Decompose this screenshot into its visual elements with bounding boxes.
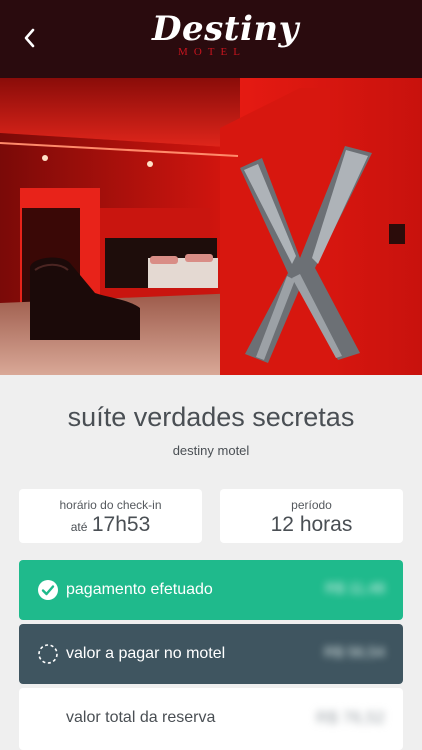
checkin-card: horário do check-in até 17h53 [19,489,202,543]
payment-done-label: pagamento efetuado [66,581,213,598]
check-circle-icon [38,580,58,600]
total-row: valor total da reserva R$ 76,52 [19,688,403,750]
period-card: período 12 horas [220,489,403,543]
amount-due-label: valor a pagar no motel [66,645,226,662]
chevron-left-icon [24,28,35,48]
checkin-value: até 17h53 [19,513,202,537]
payment-done-amount: R$ 11,48 [325,580,385,597]
payment-done-row: pagamento efetuado R$ 11,48 [19,560,403,620]
dashed-circle-icon [38,644,58,664]
total-label: valor total da reserva [66,709,216,726]
period-value: 12 horas [270,513,353,536]
period-label: período [291,498,332,512]
checkin-prefix: até [70,520,88,534]
suite-title: suíte verdades secretas [67,402,355,432]
amount-due-row: valor a pagar no motel R$ 56,54 [19,624,403,684]
checkin-label: horário do check-in [59,498,162,512]
amount-due-value: R$ 56,54 [324,644,385,661]
destiny-logo: Destiny MOTEL [152,9,299,66]
back-button[interactable] [18,26,42,50]
logo-wordmark: Destiny [152,9,299,49]
total-amount: R$ 76,52 [316,708,385,727]
checkin-time: 17h53 [91,513,151,536]
suite-photo [0,78,422,375]
top-bar: Destiny MOTEL [0,0,422,78]
motel-name: destiny motel [172,443,250,458]
